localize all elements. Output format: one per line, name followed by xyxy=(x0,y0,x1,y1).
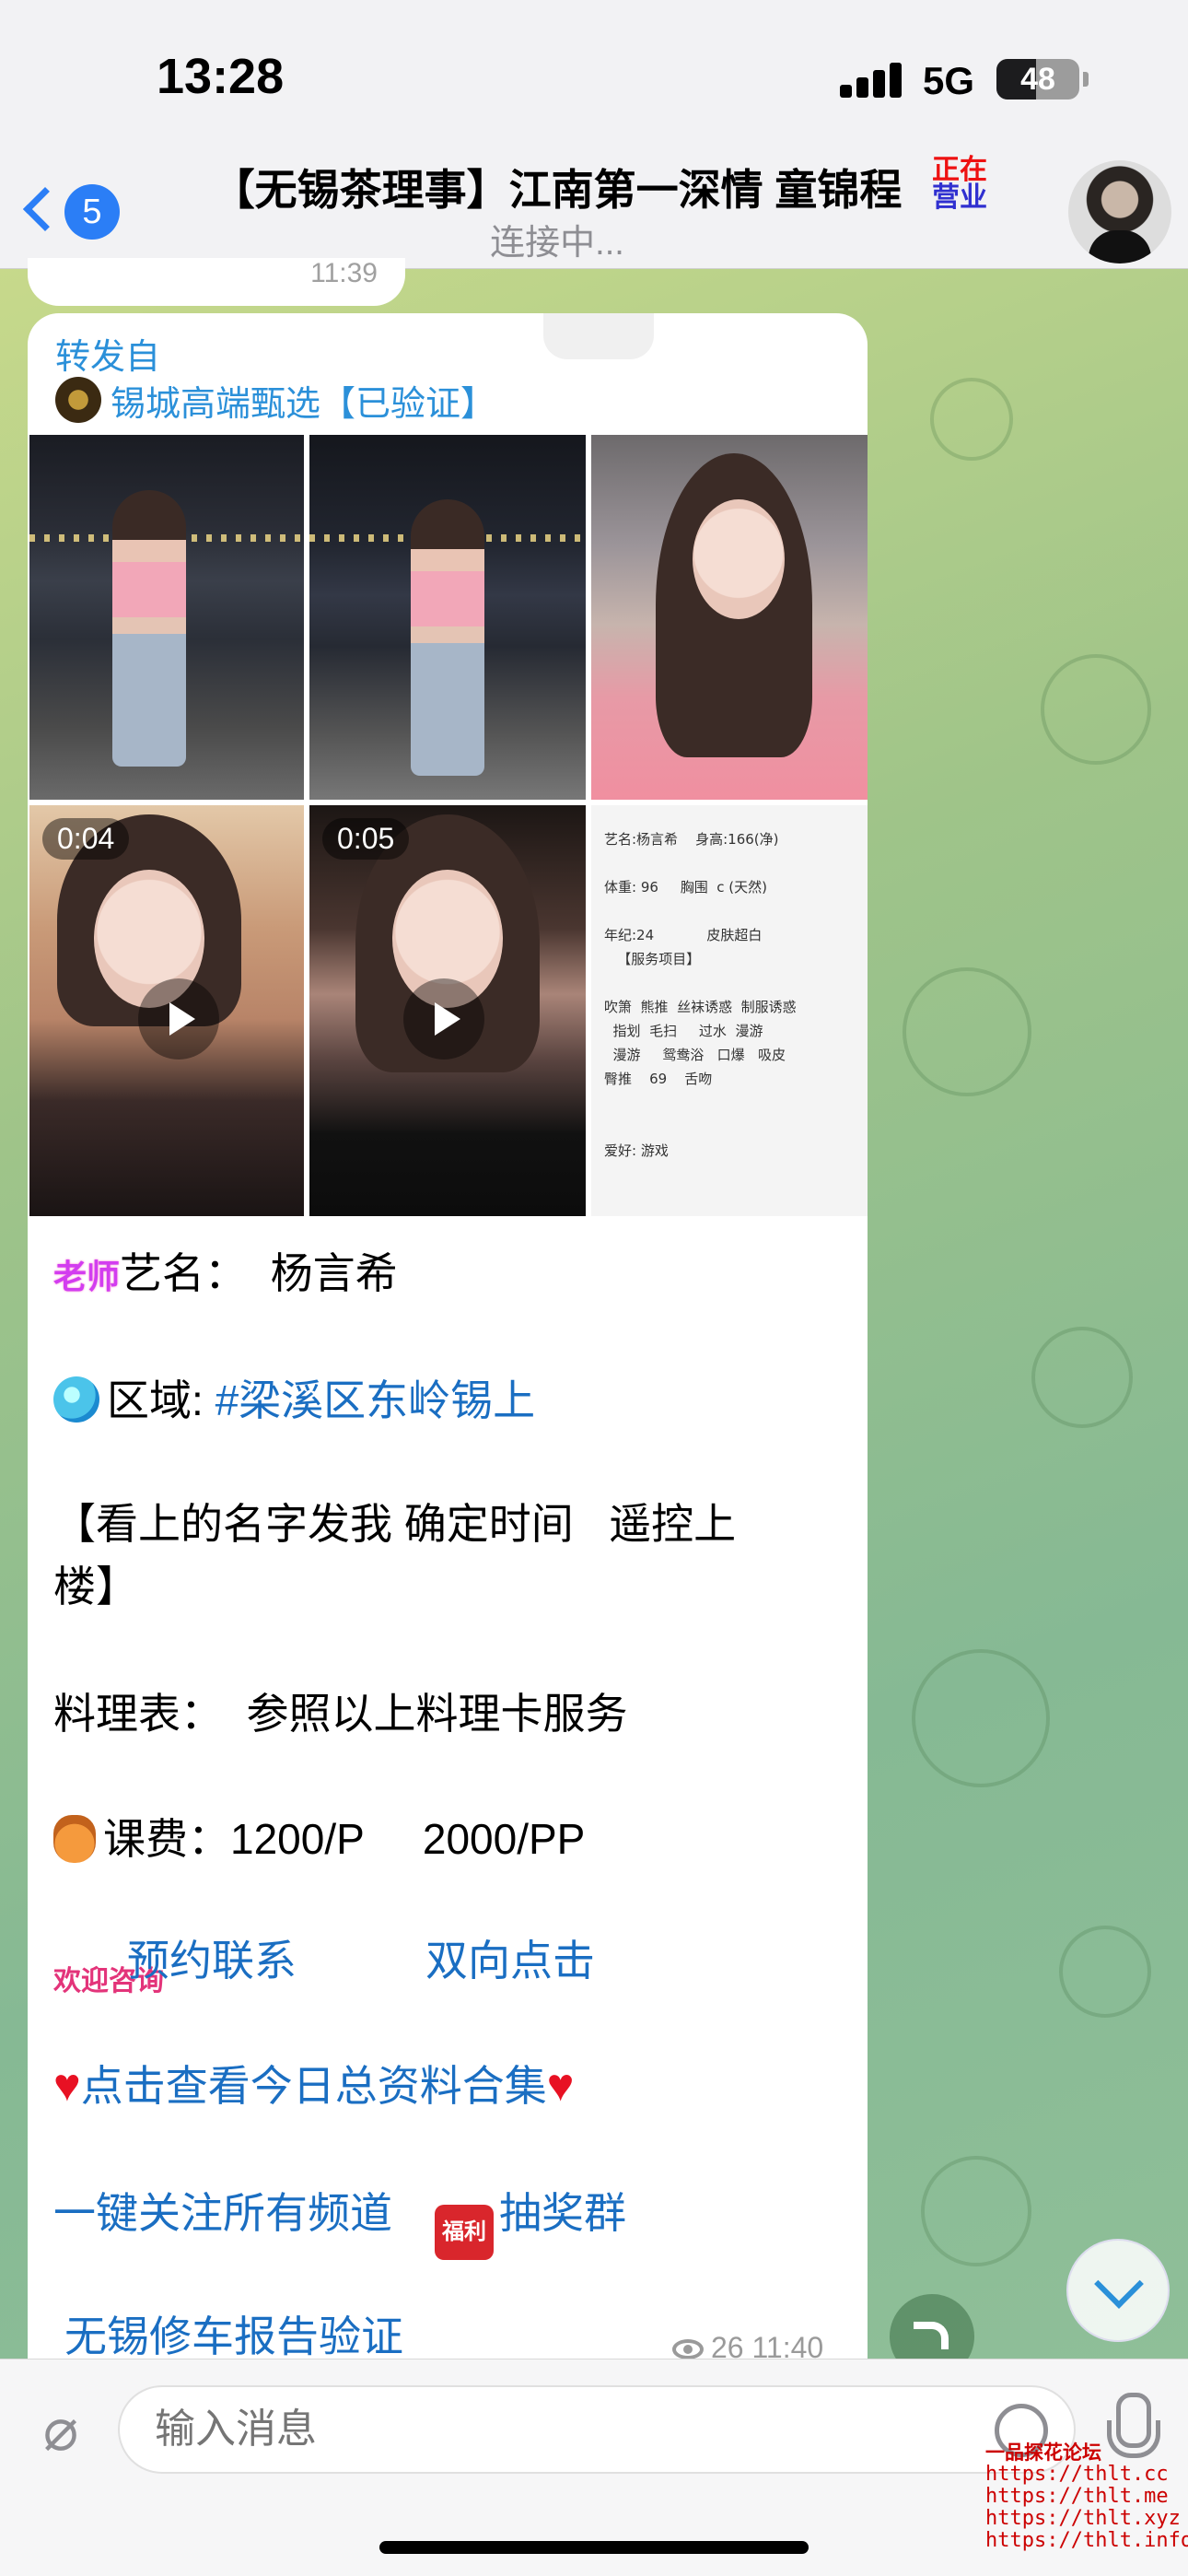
card-line: 漫游 鸳鸯浴 口爆 吸皮 xyxy=(604,1047,786,1063)
watermark-url: https://thlt.info xyxy=(985,2529,1188,2552)
signal-bar xyxy=(873,70,885,98)
chat-title: 【无锡茶理事】江南第一深情 童锦程 xyxy=(212,166,903,214)
gift-icon: 福利 xyxy=(435,2205,494,2260)
battery-tip xyxy=(1083,72,1089,87)
region-line: 区域: #梁溪区东岭锡上 xyxy=(53,1367,535,1428)
message-bubble[interactable]: 转发自 锡城高端甄选【已验证】 0:04 0:05 艺名:杨言希 身高:166(… xyxy=(28,313,868,2368)
play-icon[interactable] xyxy=(403,978,484,1060)
watermark-title: 一品探花论坛 xyxy=(985,2441,1101,2464)
forward-source[interactable]: 锡城高端甄选【已验证】 xyxy=(55,376,495,424)
message-time: 11:39 xyxy=(310,258,378,288)
message-input[interactable] xyxy=(118,2385,1076,2474)
book-contact-link[interactable]: 预约联系 xyxy=(127,1937,297,1985)
money-bag-icon xyxy=(53,1815,96,1863)
back-button[interactable]: 5 xyxy=(17,177,127,247)
collection-link[interactable]: 点击查看今日总资料合集 xyxy=(81,2062,547,2110)
play-icon[interactable] xyxy=(138,978,219,1060)
battery-level: 48 xyxy=(1020,62,1055,97)
photo-subject xyxy=(411,499,484,776)
unread-count-badge: 5 xyxy=(64,184,120,240)
profile-card-image[interactable]: 艺名:杨言希 身高:166(净) 体重: 96 胸围 c (天然) 年纪:24 … xyxy=(591,805,868,1216)
video-2[interactable]: 0:05 xyxy=(309,805,586,1216)
two-way-link[interactable]: 双向点击 xyxy=(425,1937,595,1985)
repair-report-link[interactable]: 无锡修车报告验证 xyxy=(64,2313,403,2360)
follow-line: 一键关注所有频道 福利 抽奖群 xyxy=(53,2180,626,2260)
heart-icon: ♥ xyxy=(53,2059,81,2111)
cellular-signal-icon xyxy=(840,61,904,98)
status-bar: 13:28 5G 48 xyxy=(0,0,1188,157)
photo-3[interactable] xyxy=(591,435,868,800)
fee-text: 课费：1200/P 2000/PP xyxy=(103,1815,586,1863)
heart-icon: ♥ xyxy=(546,2059,575,2111)
video-duration: 0:04 xyxy=(42,818,130,860)
source-channel-avatar xyxy=(55,377,101,423)
card-line: 体重: 96 胸围 c (天然) xyxy=(604,879,768,896)
welcome-sticker-icon: 欢迎咨询 xyxy=(53,1966,164,1996)
signal-bar xyxy=(890,63,902,98)
clock: 13:28 xyxy=(157,49,285,104)
collection-line: ♥点击查看今日总资料合集♥ xyxy=(53,2053,574,2113)
chat-title-row[interactable]: 【无锡茶理事】江南第一深情 童锦程 xyxy=(175,157,939,217)
lottery-group-link[interactable]: 抽奖群 xyxy=(499,2189,626,2237)
network-type: 5G xyxy=(923,59,975,102)
teacher-tag: 老师 xyxy=(53,1258,121,1295)
media-album: 0:04 0:05 艺名:杨言希 身高:166(净) 体重: 96 胸围 c (… xyxy=(28,435,868,1216)
signal-bar xyxy=(856,77,868,98)
profile-card: 艺名:杨言希 身高:166(净) 体重: 96 胸围 c (天然) 年纪:24 … xyxy=(591,805,868,1185)
instruction-line-2: 楼】 xyxy=(53,1563,138,1610)
card-line: 臀推 69 舌吻 xyxy=(604,1071,713,1087)
watermark-url: https://thlt.me xyxy=(985,2485,1169,2508)
chat-avatar[interactable] xyxy=(1068,160,1171,263)
region-hashtag-link[interactable]: #梁溪区东岭锡上 xyxy=(215,1376,536,1424)
chat-header: 5 【无锡茶理事】江南第一深情 童锦程 正在 营业 连接中... xyxy=(0,157,1188,269)
bubble-notch xyxy=(543,313,654,359)
card-line: 指划 毛扫 过水 漫游 xyxy=(604,1023,763,1039)
stage-name: 艺名： 杨言希 xyxy=(120,1249,398,1297)
instruction-line-1: 【看上的名字发我 确定时间 遥控上 xyxy=(53,1500,737,1548)
card-line: 艺名:杨言希 身高:166(净) xyxy=(604,831,779,848)
repair-report-line: 无锡修车报告验证 xyxy=(64,2303,403,2364)
follow-all-channels-link[interactable]: 一键关注所有频道 xyxy=(53,2189,392,2237)
previous-message-bubble[interactable]: 11:39 xyxy=(28,258,405,306)
fee-line: 课费：1200/P 2000/PP xyxy=(53,1806,585,1867)
contact-line: 欢迎咨询预约联系 双向点击 xyxy=(53,1927,595,2031)
home-indicator xyxy=(379,2541,809,2554)
connection-status: 连接中... xyxy=(490,224,624,263)
card-line: 【服务项目】 xyxy=(604,951,701,967)
photo-face xyxy=(693,499,785,619)
watermark: 一品探花论坛 https://thlt.cc https://thlt.me h… xyxy=(985,2441,1188,2552)
menu-line: 料理表： 参照以上料理卡服务 xyxy=(53,1690,628,1738)
chevron-left-icon xyxy=(22,186,68,232)
photo-subject xyxy=(112,490,186,767)
region-label: 区域: xyxy=(107,1376,215,1424)
signal-bar xyxy=(840,85,852,98)
source-channel-name: 锡城高端甄选【已验证】 xyxy=(111,384,496,424)
battery-icon: 48 xyxy=(996,59,1079,100)
watermark-url: https://thlt.xyz xyxy=(985,2507,1181,2530)
open-status-top: 正在 xyxy=(932,155,987,185)
scroll-down-icon[interactable] xyxy=(1066,2239,1170,2342)
paperclip-icon[interactable]: ⌀ xyxy=(28,2396,94,2463)
watermark-url: https://thlt.cc xyxy=(985,2463,1169,2486)
globe-icon xyxy=(53,1376,99,1423)
photo-2[interactable] xyxy=(309,435,586,800)
forwarded-label: 转发自 xyxy=(55,338,161,377)
photo-1[interactable] xyxy=(29,435,304,800)
card-line: 吹箫 熊推 丝袜诱惑 制服诱惑 xyxy=(604,999,797,1015)
open-status-sticker: 正在 营业 xyxy=(930,157,989,212)
card-line: 爱好: 游戏 xyxy=(604,1142,669,1159)
video-duration: 0:05 xyxy=(322,818,410,860)
open-status-bottom: 营业 xyxy=(932,182,987,213)
eye-icon xyxy=(672,2339,704,2359)
card-line: 年纪:24 皮肤超白 xyxy=(604,927,763,943)
stage-name-line: 老师艺名： 杨言希 xyxy=(53,1240,398,1301)
video-1[interactable]: 0:04 xyxy=(29,805,304,1216)
